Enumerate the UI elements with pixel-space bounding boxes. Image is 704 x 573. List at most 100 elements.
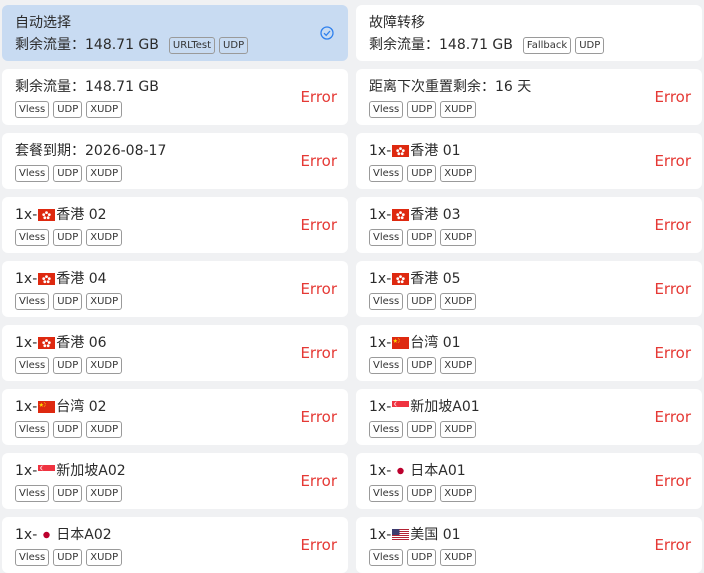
delay-status[interactable]: Error [300, 151, 337, 171]
delay-status[interactable]: Error [300, 407, 337, 427]
protocol-tag: XUDP [440, 485, 477, 502]
proxy-card[interactable]: 套餐到期：2026-08-17 Vless UDP XUDP Error [2, 133, 348, 189]
proxy-tags: Vless UDP XUDP [369, 101, 702, 118]
proxy-card[interactable]: 1x- 新加坡A01 Vless UDP XUDP Error [356, 389, 702, 445]
proxy-name-suffix: 香港 01 [410, 143, 461, 159]
proxy-title: 1x- 美国 01 [369, 525, 702, 545]
hk-flag-icon [392, 209, 410, 221]
cn-flag-icon [38, 401, 56, 413]
protocol-tag: Vless [369, 229, 404, 246]
proxy-title: 1x- 香港 01 [369, 141, 702, 161]
check-circle-icon [320, 26, 334, 40]
protocol-tag: Vless [15, 101, 50, 118]
protocol-tag: Vless [369, 485, 404, 502]
protocol-tag: UDP [53, 421, 83, 438]
hk-flag-icon [38, 209, 56, 221]
proxy-title: 1x- 新加坡A01 [369, 397, 702, 417]
proxy-card[interactable]: 1x- 香港 04 Vless UDP XUDP Error [2, 261, 348, 317]
protocol-tag: Vless [15, 165, 50, 182]
proxy-name-prefix: 1x- [15, 335, 38, 351]
protocol-tag: UDP [407, 357, 437, 374]
cn-flag-icon [392, 337, 410, 349]
proxy-card[interactable]: 1x- 香港 01 Vless UDP XUDP Error [356, 133, 702, 189]
delay-status[interactable]: Error [300, 471, 337, 491]
protocol-tag: XUDP [86, 485, 123, 502]
proxy-tags: Vless UDP XUDP [369, 165, 702, 182]
proxy-tags: Vless UDP XUDP [15, 485, 348, 502]
proxy-tags: Vless UDP XUDP [15, 229, 348, 246]
delay-status[interactable]: Error [654, 151, 691, 171]
proxy-name-prefix: 1x- [369, 399, 392, 415]
proxy-name-prefix: 1x- [369, 143, 392, 159]
protocol-tag: Vless [15, 549, 50, 566]
proxy-card[interactable]: 距离下次重置剩余：16 天 Vless UDP XUDP Error [356, 69, 702, 125]
proxy-name-suffix: 美国 01 [410, 527, 461, 543]
proxy-title: 1x- 香港 04 [15, 269, 348, 289]
proxy-tags: Vless UDP XUDP [369, 229, 702, 246]
proxy-card[interactable]: 1x- 香港 06 Vless UDP XUDP Error [2, 325, 348, 381]
delay-status[interactable]: Error [654, 535, 691, 555]
protocol-tag: Vless [15, 485, 50, 502]
proxy-title: 套餐到期：2026-08-17 [15, 141, 348, 161]
proxy-card[interactable]: 1x- 美国 01 Vless UDP XUDP Error [356, 517, 702, 573]
delay-status[interactable]: Error [654, 215, 691, 235]
sg-flag-icon [38, 465, 56, 477]
protocol-tag: UDP [407, 485, 437, 502]
proxy-name-prefix: 1x- [15, 527, 38, 543]
delay-status[interactable]: Error [654, 87, 691, 107]
proxy-card[interactable]: 1x- 日本A01 Vless UDP XUDP Error [356, 453, 702, 509]
protocol-tag: XUDP [86, 293, 123, 310]
proxy-tags: Vless UDP XUDP [369, 357, 702, 374]
delay-status[interactable]: Error [654, 471, 691, 491]
protocol-tag: UDP [53, 485, 83, 502]
delay-status[interactable]: Error [654, 343, 691, 363]
proxy-tags: 剩余流量：148.71 GB Fallback UDP [369, 37, 702, 54]
proxy-card[interactable]: 1x- 香港 03 Vless UDP XUDP Error [356, 197, 702, 253]
protocol-tag: UDP [53, 357, 83, 374]
proxy-title: 1x- 香港 03 [369, 205, 702, 225]
proxy-card[interactable]: 1x- 台湾 02 Vless UDP XUDP Error [2, 389, 348, 445]
protocol-tag: UDP [53, 165, 83, 182]
proxy-card[interactable]: 1x- 香港 02 Vless UDP XUDP Error [2, 197, 348, 253]
protocol-tag: XUDP [86, 165, 123, 182]
traffic-info: 剩余流量：148.71 GB [369, 37, 513, 53]
proxy-title: 距离下次重置剩余：16 天 [369, 77, 702, 97]
proxy-name-suffix: 香港 06 [56, 335, 107, 351]
proxy-name-suffix: 香港 03 [410, 207, 461, 223]
protocol-tag: XUDP [86, 549, 123, 566]
protocol-tag: Vless [369, 101, 404, 118]
protocol-tag: XUDP [440, 229, 477, 246]
protocol-tag: Vless [369, 357, 404, 374]
proxy-card-auto-select[interactable]: 自动选择 剩余流量：148.71 GB URLTest UDP [2, 5, 348, 61]
protocol-tag: Vless [15, 357, 50, 374]
proxy-card[interactable]: 1x- 香港 05 Vless UDP XUDP Error [356, 261, 702, 317]
protocol-tag: UDP [53, 293, 83, 310]
protocol-tag: UDP [53, 229, 83, 246]
protocol-tag: UDP [53, 101, 83, 118]
hk-flag-icon [38, 337, 56, 349]
delay-status[interactable]: Error [654, 407, 691, 427]
delay-status[interactable]: Error [300, 343, 337, 363]
proxy-title: 1x- 香港 02 [15, 205, 348, 225]
delay-status[interactable]: Error [300, 279, 337, 299]
proxy-name-prefix: 1x- [15, 399, 38, 415]
proxy-card[interactable]: 1x- 台湾 01 Vless UDP XUDP Error [356, 325, 702, 381]
protocol-tag: UDP [53, 549, 83, 566]
delay-status[interactable]: Error [300, 535, 337, 555]
delay-status[interactable]: Error [300, 215, 337, 235]
proxy-card[interactable]: 1x- 新加坡A02 Vless UDP XUDP Error [2, 453, 348, 509]
type-tag: Fallback [522, 37, 572, 54]
proxy-card[interactable]: 剩余流量：148.71 GB Vless UDP XUDP Error [2, 69, 348, 125]
proxy-card[interactable]: 1x- 日本A02 Vless UDP XUDP Error [2, 517, 348, 573]
protocol-tag: Vless [369, 549, 404, 566]
protocol-tag: XUDP [86, 421, 123, 438]
proxy-name-suffix: 香港 02 [56, 207, 107, 223]
delay-status[interactable]: Error [654, 279, 691, 299]
delay-status[interactable]: Error [300, 87, 337, 107]
jp-flag-icon [38, 529, 56, 541]
proxy-name-suffix: 日本A01 [410, 463, 466, 479]
proxy-title: 1x- 香港 06 [15, 333, 348, 353]
proxy-card-fallback[interactable]: 故障转移 剩余流量：148.71 GB Fallback UDP [356, 5, 702, 61]
proxy-list: 自动选择 剩余流量：148.71 GB URLTest UDP 故障转移 剩余流… [0, 0, 704, 573]
protocol-tag: XUDP [86, 357, 123, 374]
